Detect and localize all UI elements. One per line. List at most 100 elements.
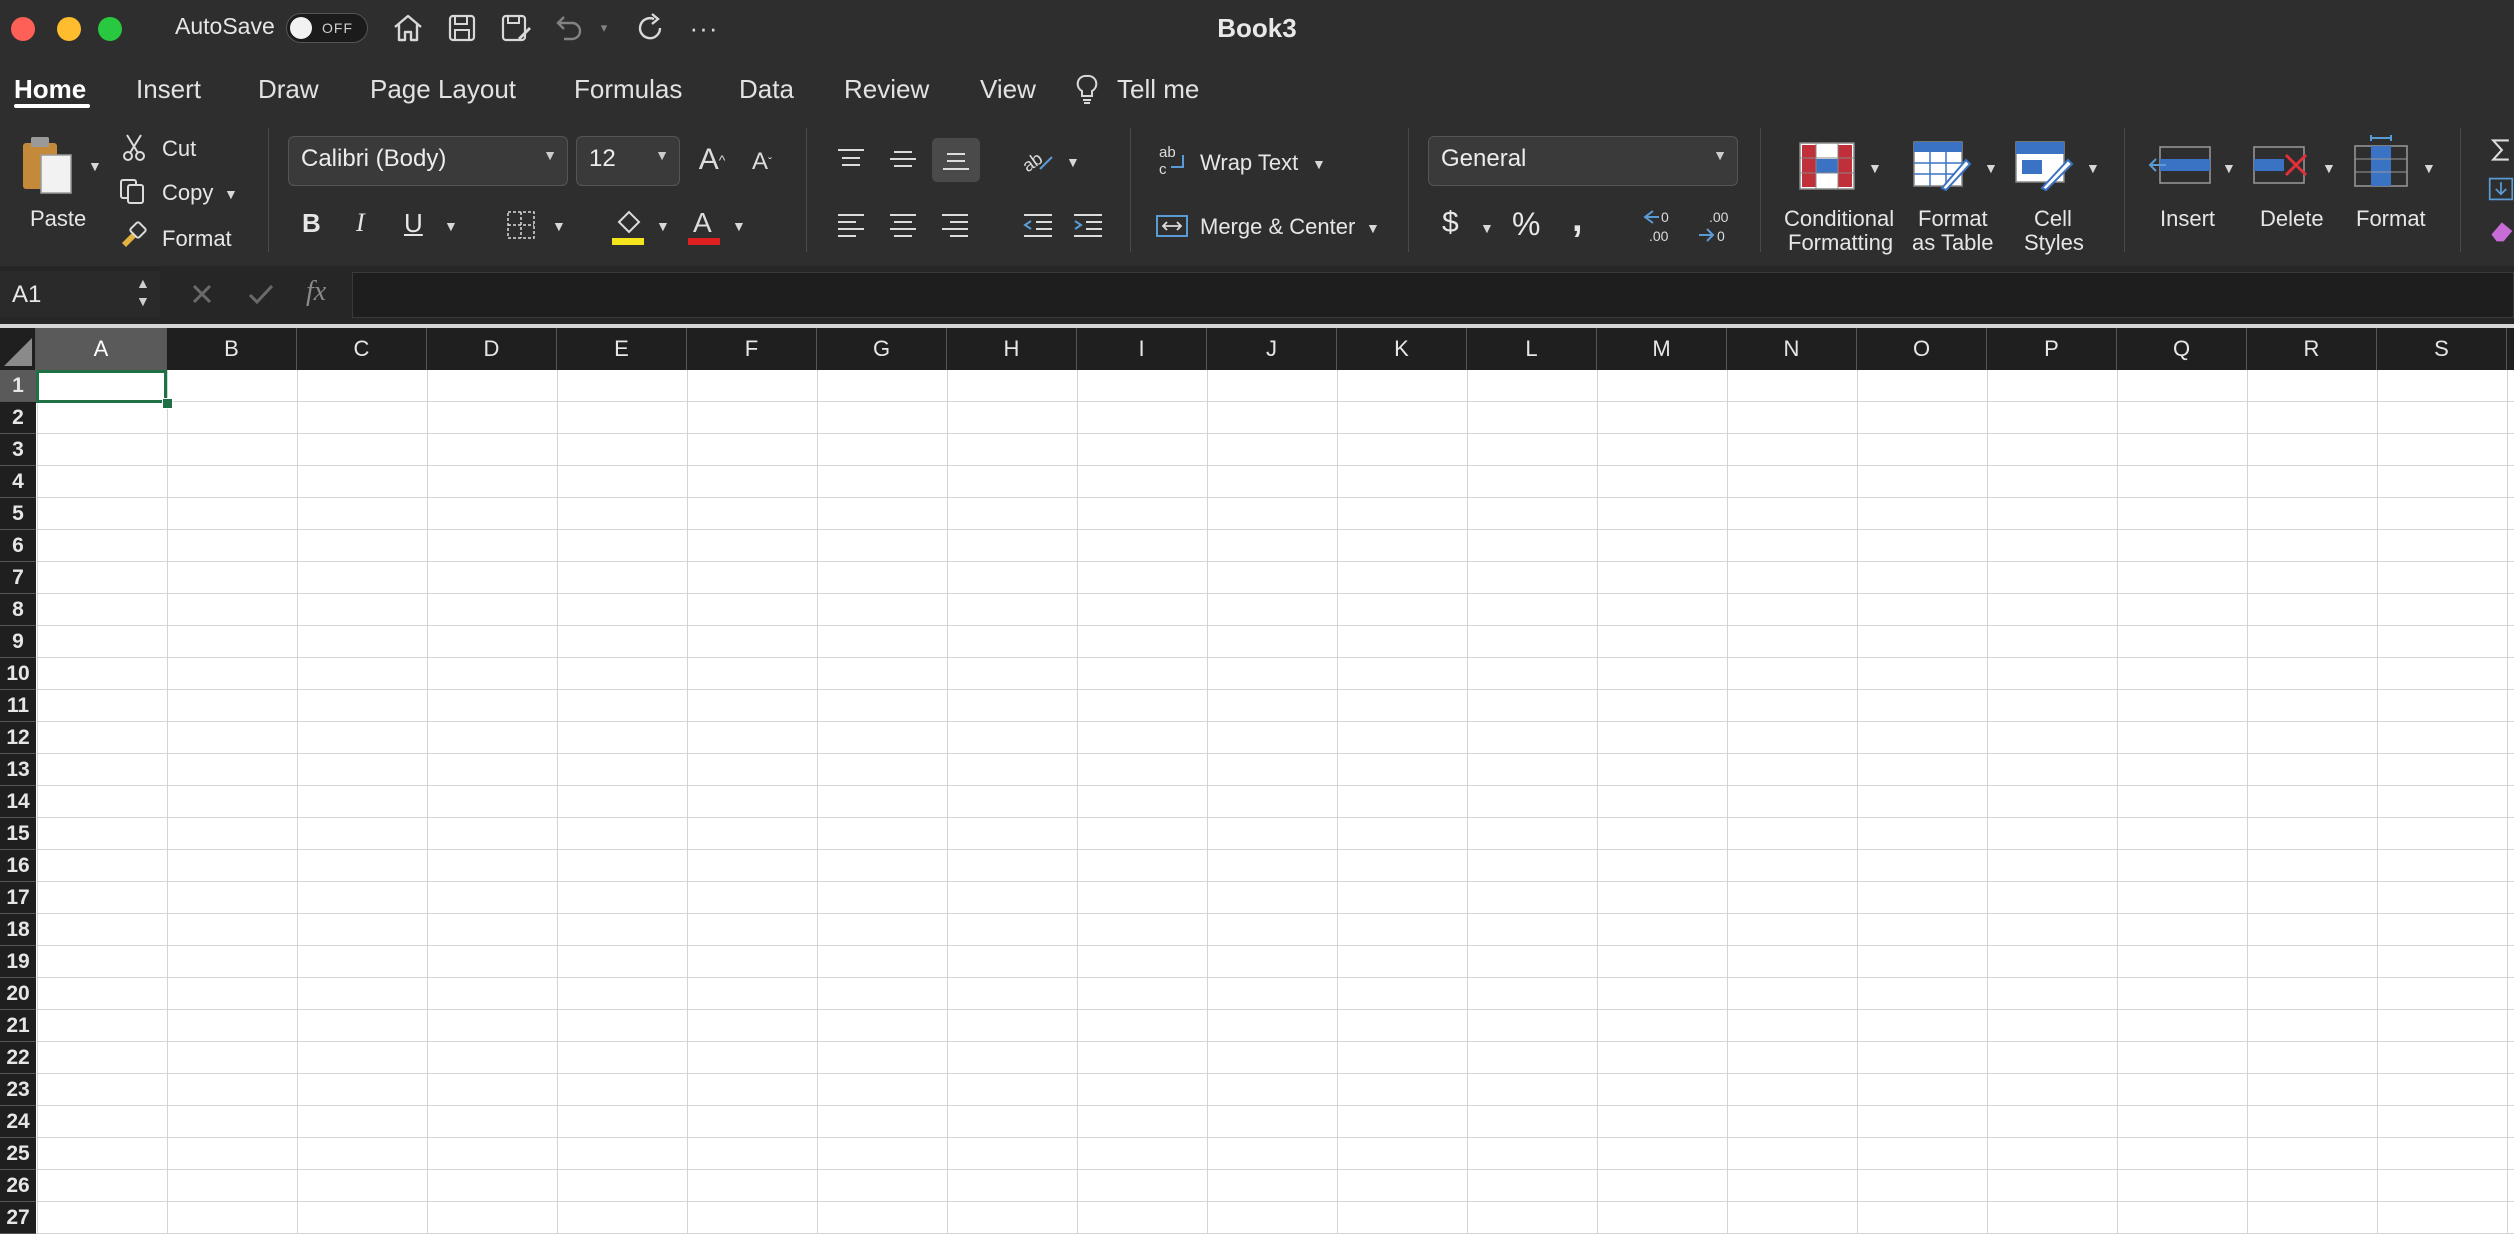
increase-indent-icon[interactable] [1070,208,1106,242]
column-header-r[interactable]: R [2247,328,2377,370]
fill-color-dropdown-chevron-icon[interactable]: ▼ [656,218,670,234]
tab-view[interactable]: View [980,74,1036,105]
column-header-i[interactable]: I [1077,328,1207,370]
column-header-q[interactable]: Q [2117,328,2247,370]
delete-cells-button[interactable]: Delete [2260,206,2324,232]
name-box[interactable]: A1 ▲ ▼ [0,271,160,317]
format-as-table-label-2[interactable]: as Table [1912,230,1994,256]
paste-button[interactable]: Paste [30,206,86,232]
comma-style-button[interactable]: , [1572,198,1583,241]
underline-dropdown-chevron-icon[interactable]: ▼ [444,218,458,234]
row-header-9[interactable]: 9 [0,626,36,658]
increase-decimal-icon[interactable]: 0.00 [1640,204,1684,246]
row-header-14[interactable]: 14 [0,786,36,818]
cell-grid[interactable] [36,370,2514,1234]
column-header-f[interactable]: F [687,328,817,370]
tab-review[interactable]: Review [844,74,929,105]
tab-insert[interactable]: Insert [136,74,201,105]
cell-styles-chevron-icon[interactable]: ▼ [2086,160,2100,176]
column-header-g[interactable]: G [817,328,947,370]
format-as-table-label-1[interactable]: Format [1918,206,1988,232]
format-as-table-chevron-icon[interactable]: ▼ [1984,160,1998,176]
tab-formulas[interactable]: Formulas [574,74,682,105]
row-header-27[interactable]: 27 [0,1202,36,1234]
number-format-select[interactable]: General ▼ [1428,136,1738,186]
align-left-icon[interactable] [834,208,868,242]
font-color-dropdown-chevron-icon[interactable]: ▼ [732,218,746,234]
column-header-d[interactable]: D [427,328,557,370]
format-cells-chevron-icon[interactable]: ▼ [2422,160,2436,176]
row-header-23[interactable]: 23 [0,1074,36,1106]
insert-function-button[interactable]: fx [306,276,326,308]
row-header-7[interactable]: 7 [0,562,36,594]
fill-color-icon[interactable] [610,206,646,246]
scissors-icon[interactable] [120,132,148,162]
cell-styles-icon[interactable] [2014,140,2074,192]
align-middle-icon[interactable] [886,144,920,174]
font-size-select[interactable]: 12 ▼ [576,136,680,186]
row-header-3[interactable]: 3 [0,434,36,466]
copy-dropdown-chevron-icon[interactable]: ▼ [224,186,238,202]
row-header-5[interactable]: 5 [0,498,36,530]
formula-input[interactable] [352,272,2514,318]
row-header-15[interactable]: 15 [0,818,36,850]
row-header-24[interactable]: 24 [0,1106,36,1138]
paste-dropdown-chevron-icon[interactable]: ▼ [88,158,102,174]
align-right-icon[interactable] [938,208,972,242]
name-box-down-icon[interactable]: ▼ [136,293,150,309]
format-cells-button[interactable]: Format [2356,206,2426,232]
orientation-icon[interactable]: ab [1018,140,1058,178]
copy-icon[interactable] [116,176,148,206]
cancel-entry-icon[interactable] [186,278,218,310]
tab-draw[interactable]: Draw [258,74,319,105]
row-header-25[interactable]: 25 [0,1138,36,1170]
align-top-icon[interactable] [834,144,868,174]
decrease-indent-icon[interactable] [1020,208,1056,242]
clear-eraser-icon[interactable] [2488,216,2514,246]
bold-button[interactable]: B [302,208,321,239]
column-header-j[interactable]: J [1207,328,1337,370]
format-cells-icon[interactable] [2350,134,2412,190]
delete-cells-chevron-icon[interactable]: ▼ [2322,160,2336,176]
align-bottom-icon[interactable] [932,138,980,182]
underline-button[interactable]: U [404,208,423,239]
active-cell-a1[interactable] [36,370,167,403]
fill-down-icon[interactable] [2488,174,2514,204]
confirm-entry-icon[interactable] [244,278,278,310]
column-header-l[interactable]: L [1467,328,1597,370]
borders-dropdown-chevron-icon[interactable]: ▼ [552,218,566,234]
wrap-text-icon[interactable]: ab c [1156,142,1190,178]
row-header-11[interactable]: 11 [0,690,36,722]
row-header-4[interactable]: 4 [0,466,36,498]
wrap-text-dropdown-chevron-icon[interactable]: ▼ [1312,156,1326,172]
conditional-formatting-icon[interactable] [1798,140,1856,192]
currency-button[interactable]: $ [1442,206,1459,240]
conditional-formatting-label-1[interactable]: Conditional [1784,206,1894,232]
conditional-formatting-label-2[interactable]: Formatting [1788,230,1893,256]
column-header-k[interactable]: K [1337,328,1467,370]
italic-button[interactable]: I [356,208,365,238]
row-header-12[interactable]: 12 [0,722,36,754]
conditional-formatting-chevron-icon[interactable]: ▼ [1868,160,1882,176]
column-header-a[interactable]: A [36,328,167,370]
format-painter-icon[interactable] [116,220,150,250]
row-header-16[interactable]: 16 [0,850,36,882]
row-header-20[interactable]: 20 [0,978,36,1010]
column-header-m[interactable]: M [1597,328,1727,370]
decrease-font-size-icon[interactable]: Aˇ [744,144,780,180]
cell-styles-label-1[interactable]: Cell [2034,206,2072,232]
row-header-1[interactable]: 1 [0,370,36,402]
column-header-b[interactable]: B [167,328,297,370]
increase-font-size-icon[interactable]: A ^ [692,140,732,180]
select-all-button[interactable] [0,328,36,370]
copy-button[interactable]: Copy [162,180,213,206]
merge-center-button[interactable]: Merge & Center [1200,214,1355,240]
insert-cells-chevron-icon[interactable]: ▼ [2222,160,2236,176]
row-header-2[interactable]: 2 [0,402,36,434]
font-name-select[interactable]: Calibri (Body) ▼ [288,136,568,186]
format-as-table-icon[interactable] [1912,140,1972,192]
tab-data[interactable]: Data [739,74,794,105]
tab-home[interactable]: Home [14,74,86,105]
tell-me-search[interactable]: Tell me [1117,74,1199,105]
row-header-6[interactable]: 6 [0,530,36,562]
